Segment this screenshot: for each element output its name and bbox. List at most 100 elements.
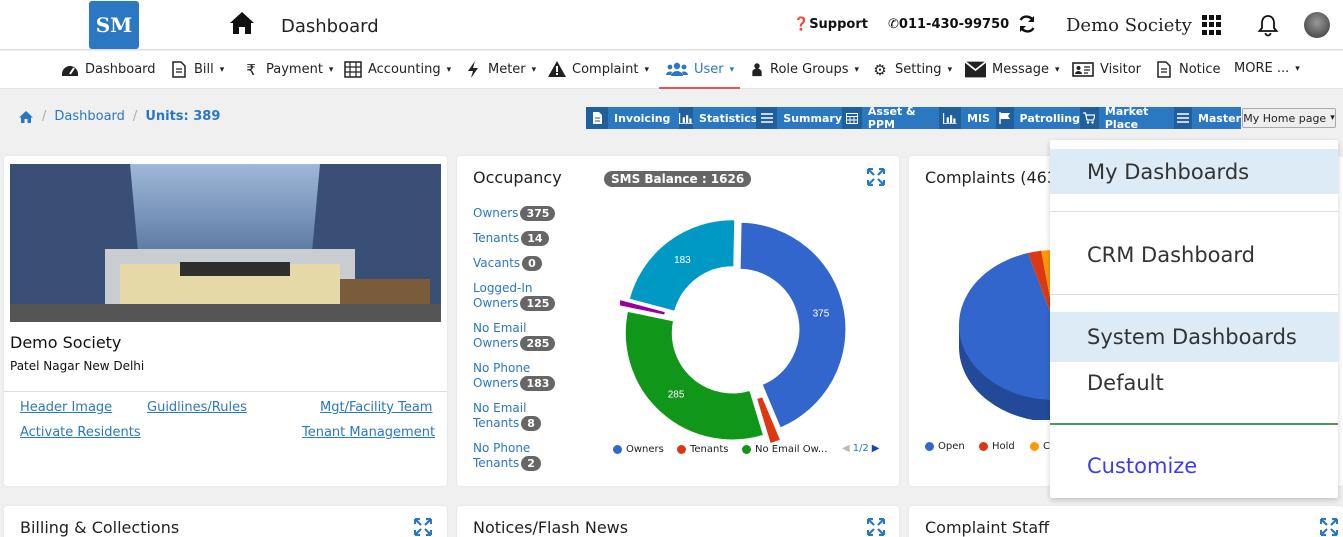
legend-c[interactable]: C — [1030, 441, 1050, 452]
nav-complaint[interactable]: Complaint ▾ — [548, 61, 649, 78]
prev-arrow-icon[interactable]: ◀ — [842, 443, 850, 454]
donut-label: 285 — [668, 390, 685, 401]
society-header-image[interactable] — [10, 164, 441, 322]
chevron-down-icon: ▾ — [644, 64, 650, 75]
donut-slice-owners[interactable] — [739, 221, 847, 429]
envelope-icon — [965, 61, 986, 78]
chevron-down-icon: ▾ — [947, 64, 953, 75]
chevron-down-icon: ▾ — [328, 64, 334, 75]
bell-icon[interactable] — [1257, 13, 1279, 37]
occ-owners[interactable]: Owners 375 — [473, 206, 556, 221]
bar-chart-icon — [679, 107, 693, 129]
dropdown-customize[interactable]: Customize — [1050, 445, 1338, 487]
phone-link[interactable]: ✆011-430-99750 — [888, 17, 1009, 32]
facility-team-link[interactable]: Mgt/Facility Team — [320, 400, 432, 415]
header-image-link[interactable]: Header Image — [20, 400, 112, 415]
nav-notice[interactable]: Notice — [1155, 61, 1221, 78]
notice-document-icon — [1157, 61, 1171, 78]
quick-market-place[interactable]: Market Place — [1080, 105, 1174, 131]
nav-role-groups[interactable]: Role Groups ▾ — [750, 61, 859, 78]
dropdown-my-dashboards[interactable]: My Dashboards — [1050, 149, 1338, 194]
nav-dashboard[interactable]: Dashboard — [61, 61, 156, 78]
chevron-down-icon: ▾ — [219, 64, 225, 75]
expand-icon[interactable] — [1320, 518, 1338, 536]
units-count: Units: 389 — [145, 109, 221, 124]
quick-summary[interactable]: Summary — [756, 107, 842, 129]
notices-title: Notices/Flash News — [473, 518, 629, 537]
count-badge: 14 — [521, 231, 549, 246]
guidelines-link[interactable]: Guidlines/Rules — [147, 400, 247, 415]
dropdown-default[interactable]: Default — [1050, 362, 1338, 404]
quick-master[interactable]: Master — [1174, 107, 1241, 129]
list-icon — [756, 107, 778, 129]
donut-slice-no-email-owners[interactable] — [624, 310, 765, 441]
nav-user[interactable]: User ▾ — [666, 61, 734, 78]
nav-more[interactable]: MORE ... ▾ — [1234, 61, 1300, 76]
occ-no-phone-tenants[interactable]: No Phone Tenants 2 — [473, 441, 553, 471]
users-icon — [666, 62, 688, 76]
complaints-title: Complaints (463) — [925, 168, 1064, 187]
legend-tenants[interactable]: Tenants — [677, 444, 729, 455]
home-page-select[interactable]: My Home page ▾ — [1242, 108, 1336, 128]
home-icon[interactable] — [228, 10, 256, 36]
avatar[interactable] — [1304, 12, 1330, 38]
nav-message[interactable]: Message ▾ — [965, 61, 1060, 78]
list-icon — [1174, 107, 1192, 129]
nav-bill[interactable]: Bill ▾ — [170, 61, 224, 78]
chevron-down-icon: ▾ — [1330, 113, 1335, 123]
tenant-management-link[interactable]: Tenant Management — [302, 425, 435, 440]
phone-icon: ✆ — [888, 17, 899, 32]
nav-setting[interactable]: ⚙ Setting ▾ — [871, 60, 953, 79]
count-badge: 125 — [520, 296, 556, 311]
divider — [4, 391, 447, 392]
legend-no-email-owners[interactable]: No Email Ow... — [742, 444, 827, 455]
quick-mis[interactable]: MIS — [939, 107, 996, 129]
document-icon — [586, 107, 608, 129]
next-arrow-icon[interactable]: ▶ — [872, 443, 880, 454]
breadcrumb-dashboard[interactable]: Dashboard — [54, 109, 125, 124]
nav-payment[interactable]: ₹ Payment ▾ — [242, 61, 334, 79]
main-nav: Dashboard Bill ▾ ₹ Payment ▾ Accounting ▾ M… — [0, 51, 1343, 89]
dropdown-system-dashboards[interactable]: System Dashboards — [1050, 312, 1338, 362]
gear-icon: ⚙ — [873, 60, 887, 79]
count-badge: 8 — [521, 416, 541, 431]
society-name: Demo Society — [10, 333, 122, 352]
calendar-icon — [842, 107, 862, 129]
refresh-icon[interactable] — [1017, 14, 1037, 34]
society-selector[interactable]: Demo Society — [1066, 15, 1192, 36]
support-link[interactable]: ❓Support — [793, 17, 868, 32]
dropdown-crm-dashboard[interactable]: CRM Dashboard — [1050, 232, 1338, 277]
occ-no-phone-owners[interactable]: No Phone Owners 183 — [473, 361, 563, 391]
quick-invoicing[interactable]: Invoicing — [586, 107, 679, 129]
nav-visitor[interactable]: Visitor — [1072, 61, 1141, 78]
legend-pager[interactable]: ◀ 1/2 ▶ — [842, 443, 880, 454]
complaints-pie-chart — [959, 250, 1055, 420]
occ-vacants[interactable]: Vacants 0 — [473, 256, 542, 271]
apps-grid-icon[interactable] — [1202, 15, 1222, 35]
active-tab-indicator — [659, 87, 740, 89]
count-badge: 2 — [521, 456, 541, 471]
nav-accounting[interactable]: Accounting ▾ — [344, 61, 451, 78]
count-badge: 0 — [522, 256, 542, 271]
society-address: Patel Nagar New Delhi — [10, 359, 145, 373]
chevron-down-icon: ▾ — [1295, 63, 1300, 74]
home-icon[interactable] — [18, 110, 34, 124]
expand-icon[interactable] — [867, 518, 885, 536]
legend-open[interactable]: Open — [925, 441, 965, 452]
quick-statistics[interactable]: Statistics — [679, 107, 757, 129]
nav-meter[interactable]: Meter ▾ — [464, 61, 536, 78]
activate-residents-link[interactable]: Activate Residents — [20, 425, 141, 440]
occ-logged-in-owners[interactable]: Logged-In Owners 125 — [473, 281, 563, 311]
legend-owners[interactable]: Owners — [613, 444, 664, 455]
quick-asset-ppm[interactable]: Asset & PPM — [842, 105, 939, 131]
occ-tenants[interactable]: Tenants 14 — [473, 231, 549, 246]
legend-hold[interactable]: Hold — [979, 441, 1015, 452]
expand-icon[interactable] — [867, 168, 885, 186]
quick-patrolling[interactable]: Patrolling — [996, 107, 1080, 129]
person-icon — [752, 63, 762, 77]
society-logo[interactable]: SM — [89, 1, 139, 49]
occ-no-email-owners[interactable]: No Email Owners 285 — [473, 321, 563, 351]
expand-icon[interactable] — [414, 518, 432, 536]
count-badge: 285 — [520, 336, 556, 351]
occ-no-email-tenants[interactable]: No Email Tenants 8 — [473, 401, 553, 431]
